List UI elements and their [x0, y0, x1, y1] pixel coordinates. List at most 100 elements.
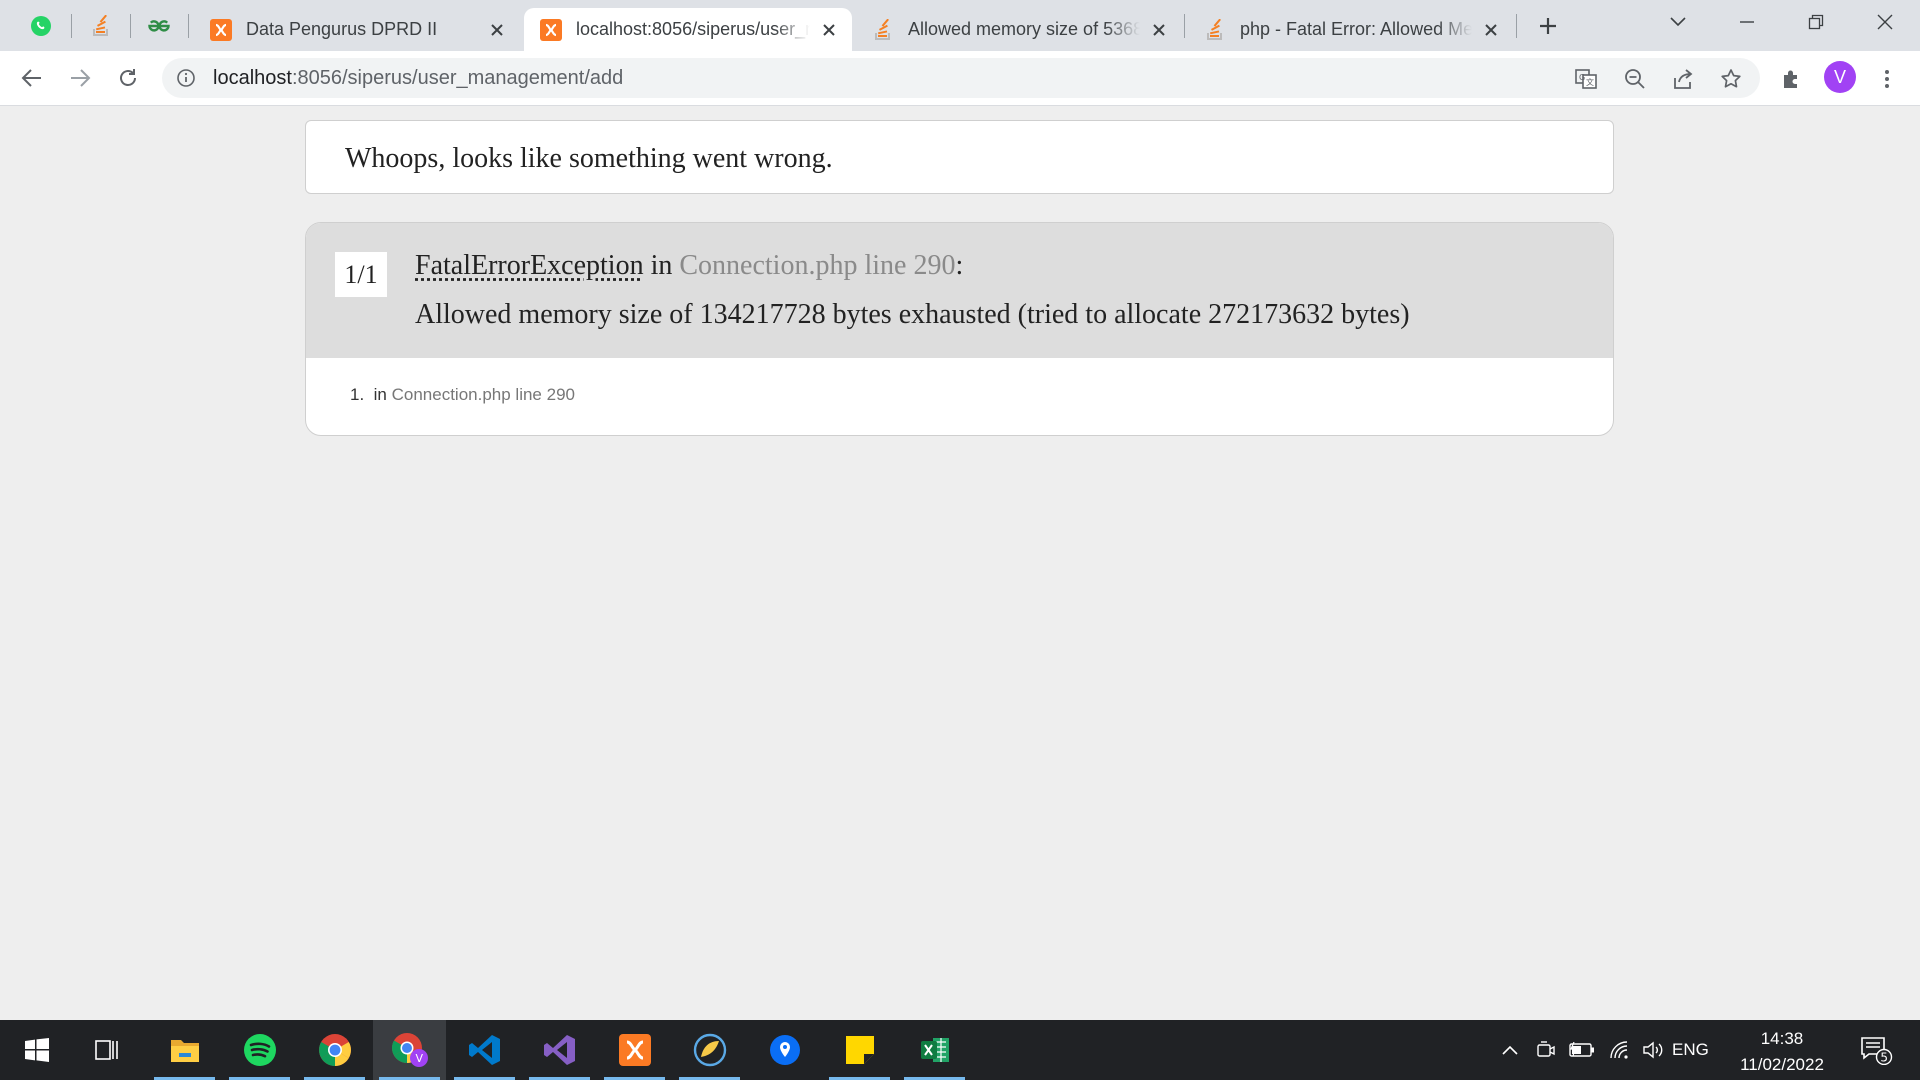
translate-icon: G文: [1575, 69, 1597, 89]
show-hidden-icons-button[interactable]: [1496, 1020, 1524, 1080]
whatsapp-icon: [31, 16, 51, 36]
tab-data-pengurus[interactable]: Data Pengurus DPRD II: [194, 8, 520, 51]
share-button[interactable]: [1670, 66, 1696, 92]
tab-title: php - Fatal Error: Allowed Memory Size: [1240, 19, 1472, 39]
tray-volume[interactable]: [1638, 1020, 1668, 1080]
tab-title: Data Pengurus DPRD II: [246, 19, 438, 39]
info-icon[interactable]: [176, 68, 196, 88]
stackoverflow-icon: [93, 15, 108, 36]
tab-separator: [130, 14, 131, 38]
reload-button[interactable]: [110, 60, 146, 96]
svg-text:G: G: [1579, 73, 1585, 82]
restore-icon: [1808, 14, 1824, 30]
close-tab-icon[interactable]: [1478, 17, 1504, 43]
close-tab-icon[interactable]: [816, 17, 842, 43]
zoom-button[interactable]: [1622, 66, 1648, 92]
camera-icon: [1537, 1041, 1555, 1057]
whoops-panel: Whoops, looks like something went wrong.: [305, 120, 1614, 194]
extensions-button[interactable]: [1776, 64, 1806, 94]
start-icon: [24, 1038, 49, 1062]
tray-wifi[interactable]: [1605, 1020, 1635, 1080]
maps-icon: [769, 1035, 800, 1065]
browser-toolbar: localhost:8056/siperus/user_management/a…: [0, 51, 1920, 106]
url-text[interactable]: localhost:8056/siperus/user_management/a…: [213, 67, 623, 90]
start-button[interactable]: [0, 1020, 73, 1080]
svg-text:文: 文: [1586, 77, 1594, 87]
exception-panel: 1/1 FatalErrorException in Connection.ph…: [305, 222, 1614, 436]
new-tab-button[interactable]: [1530, 10, 1566, 42]
exception-location: Connection.php line 290: [679, 250, 956, 281]
chrome-profile-icon: V: [391, 1033, 428, 1067]
language-indicator[interactable]: ENG: [1672, 1040, 1709, 1060]
minimize-button[interactable]: [1713, 0, 1781, 44]
share-icon: [1674, 69, 1693, 89]
taskbar-visual-studio[interactable]: [523, 1020, 596, 1080]
plus-icon: [1540, 18, 1556, 34]
taskbar-spotify[interactable]: [223, 1020, 296, 1080]
taskbar-navicat[interactable]: [673, 1020, 746, 1080]
tab-allowed-memory[interactable]: Allowed memory size of 536870912 bytes e…: [856, 8, 1182, 51]
wifi-icon: [1610, 1041, 1628, 1059]
reload-icon: [120, 69, 136, 86]
tab-user-management[interactable]: localhost:8056/siperus/user_management/a…: [524, 8, 852, 51]
tab-title: Allowed memory size of 536870912 bytes e…: [908, 19, 1140, 39]
taskbar-vscode[interactable]: [448, 1020, 521, 1080]
exception-title: FatalErrorException in Connection.php li…: [415, 250, 963, 282]
restore-button[interactable]: [1782, 0, 1850, 44]
xampp-icon: [210, 18, 232, 41]
profile-avatar[interactable]: V: [1824, 61, 1856, 93]
pinned-tab-geeksforgeeks[interactable]: [136, 8, 182, 44]
vscode-icon: [468, 1035, 500, 1065]
taskbar-chrome-profile[interactable]: V: [373, 1020, 446, 1080]
taskbar-clock[interactable]: 14:38 11/02/2022: [1727, 1026, 1837, 1078]
close-tab-icon[interactable]: [1146, 17, 1172, 43]
minimize-icon: [1740, 21, 1754, 23]
in-word: in: [650, 250, 673, 281]
exception-message: Allowed memory size of 134217728 bytes e…: [415, 299, 1410, 330]
clock-time: 14:38: [1760, 1029, 1804, 1048]
close-window-button[interactable]: [1851, 0, 1919, 44]
taskbar-file-explorer[interactable]: [148, 1020, 221, 1080]
tray-meet-now[interactable]: [1532, 1020, 1560, 1080]
taskbar-sticky-notes[interactable]: [823, 1020, 896, 1080]
tab-separator: [71, 14, 72, 38]
stackoverflow-icon: [1204, 18, 1226, 41]
zoom-out-icon: [1625, 69, 1645, 89]
battery-icon: [1569, 1042, 1594, 1057]
forward-button[interactable]: [62, 60, 98, 96]
clock-date: 11/02/2022: [1740, 1055, 1824, 1074]
tab-strip: Data Pengurus DPRD II localhost:8056/sip…: [0, 0, 1920, 51]
chevron-down-icon: [1670, 17, 1686, 27]
close-tab-icon[interactable]: [484, 17, 510, 43]
taskbar-excel[interactable]: [898, 1020, 971, 1080]
taskbar-xampp[interactable]: [598, 1020, 671, 1080]
pinned-tab-stackoverflow[interactable]: [78, 8, 124, 44]
spotify-icon: [243, 1034, 276, 1066]
exception-header: 1/1 FatalErrorException in Connection.ph…: [306, 223, 1613, 358]
sticky-notes-icon: [845, 1036, 874, 1064]
notification-icon: 5: [1861, 1037, 1893, 1065]
taskbar-chrome[interactable]: [298, 1020, 371, 1080]
taskbar-maps[interactable]: [748, 1020, 821, 1080]
back-button[interactable]: [14, 60, 50, 96]
arrow-left-icon: [21, 69, 41, 87]
xampp-icon: [540, 18, 562, 41]
tab-search-button[interactable]: [1644, 0, 1712, 44]
error-count: 1/1: [335, 252, 387, 297]
translate-button[interactable]: G文: [1573, 66, 1599, 92]
xampp-icon: [618, 1034, 651, 1066]
trace-index: 1.: [350, 385, 365, 404]
navicat-icon: [693, 1033, 726, 1067]
task-view-button[interactable]: [71, 1020, 144, 1080]
tray-battery[interactable]: [1567, 1020, 1597, 1080]
bookmark-button[interactable]: [1718, 66, 1744, 92]
tab-separator: [188, 14, 189, 38]
address-bar[interactable]: localhost:8056/siperus/user_management/a…: [162, 58, 1760, 98]
trace-in-word: in: [373, 385, 387, 404]
tab-title: localhost:8056/siperus/user_management/a…: [576, 19, 810, 39]
pinned-tab-whatsapp[interactable]: [18, 8, 64, 44]
notification-center-button[interactable]: 5: [1854, 1020, 1898, 1080]
menu-button[interactable]: [1872, 64, 1902, 94]
tab-separator: [1184, 14, 1185, 38]
tab-php-fatal-error[interactable]: php - Fatal Error: Allowed Memory Size: [1188, 8, 1514, 51]
